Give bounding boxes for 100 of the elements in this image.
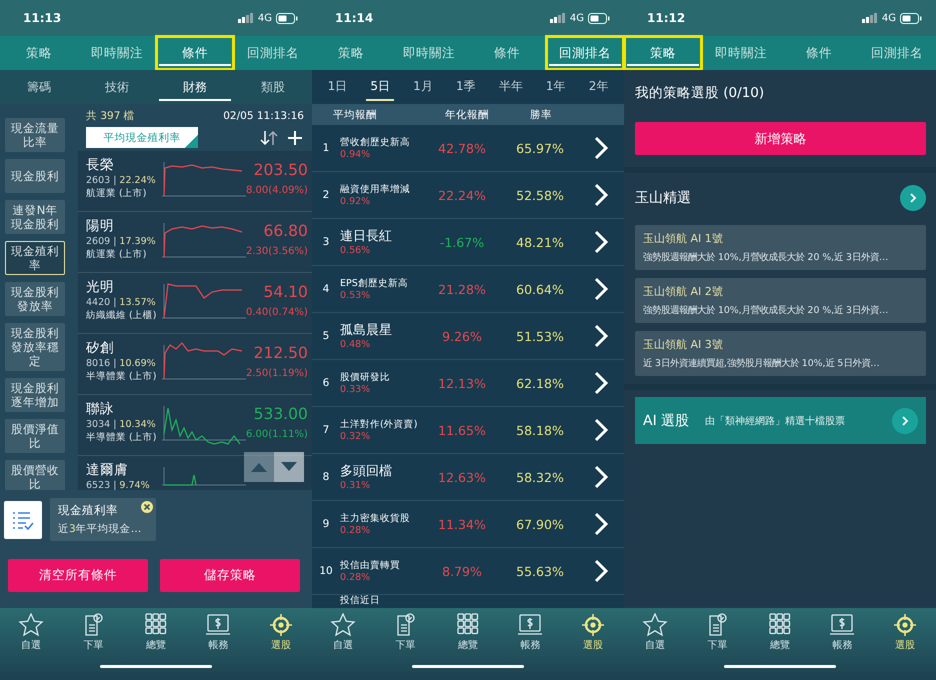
- rank-number: 4: [322, 283, 330, 295]
- chevron-right-icon[interactable]: [594, 277, 608, 301]
- condition-item[interactable]: 股價營收比: [5, 460, 65, 490]
- action-button[interactable]: 儲存策略: [160, 559, 300, 592]
- sub-tab[interactable]: 籌碼: [0, 70, 78, 104]
- nav-item[interactable]: 選股: [268, 613, 294, 652]
- close-icon[interactable]: [141, 501, 153, 513]
- ai-banner[interactable]: AI 選股 由「類神經網路」精選十檔股票: [635, 397, 926, 444]
- network-label: 4G: [258, 12, 272, 24]
- top-tab[interactable]: 回測排名: [234, 36, 312, 70]
- win-rate: 65.97%: [515, 140, 565, 156]
- period-tab[interactable]: 1日: [324, 73, 352, 101]
- win-rate: 51.53%: [515, 328, 565, 344]
- dollar-screen-icon: [205, 613, 232, 637]
- stock-code: 3034 | 10.34%: [86, 419, 157, 430]
- condition-item[interactable]: 現金股利逐年增加: [5, 378, 65, 412]
- condition-item[interactable]: 連發N年現金股利: [5, 200, 65, 234]
- annual-return: 8.79%: [441, 564, 483, 578]
- condition-item[interactable]: 現金股利發放率: [5, 282, 65, 316]
- stock-name: 矽創: [86, 339, 115, 357]
- top-tab[interactable]: 條件: [156, 36, 234, 70]
- nav-item[interactable]: 下單: [392, 613, 419, 652]
- nav-item[interactable]: 自選: [330, 613, 356, 652]
- nav-item[interactable]: 總覽: [766, 613, 793, 652]
- average-return: 0.28%: [340, 572, 372, 582]
- top-tab[interactable]: 條件: [780, 36, 858, 70]
- nav-item[interactable]: 總覽: [454, 613, 481, 652]
- chevron-right-icon[interactable]: [594, 183, 608, 207]
- strategy-card[interactable]: 玉山領航 AI 2號 強勢股週報酬大於 10%,月營收成長大於 20 %,近 3日外資…: [635, 278, 926, 323]
- scroll-up-button[interactable]: [244, 452, 274, 482]
- column-header: 年化報酬: [444, 108, 490, 122]
- grid-icon: [454, 613, 481, 637]
- section-title: 玉山精選: [635, 189, 691, 207]
- status-time: 11:14: [335, 11, 374, 25]
- chevron-right-icon[interactable]: [594, 418, 608, 442]
- chevron-right-icon[interactable]: [594, 136, 608, 160]
- top-tab[interactable]: 條件: [468, 36, 546, 70]
- nav-item[interactable]: 下單: [704, 613, 731, 652]
- condition-item[interactable]: 現金股利: [5, 159, 65, 193]
- period-tab[interactable]: 2年: [584, 73, 612, 101]
- battery-icon: [276, 12, 298, 24]
- nav-item[interactable]: 下單: [80, 613, 107, 652]
- nav-item[interactable]: 自選: [642, 613, 668, 652]
- top-tab[interactable]: 回測排名: [546, 36, 624, 70]
- strategy-name: 投信由賣轉買: [340, 560, 401, 572]
- condition-chip[interactable]: 現金殖利率 近3年平均現金…: [50, 498, 156, 541]
- rank-number: 10: [318, 565, 334, 577]
- top-tab[interactable]: 策略: [624, 36, 702, 70]
- action-button[interactable]: 清空所有條件: [8, 559, 148, 592]
- nav-item[interactable]: 選股: [892, 613, 918, 652]
- strategy-card[interactable]: 玉山領航 AI 3號 近 3日外資連續買超,強勢股月報酬大於 10%,近 5日外資…: [635, 331, 926, 376]
- nav-item[interactable]: 帳務: [205, 613, 232, 652]
- signal-icon: [550, 13, 566, 23]
- nav-item[interactable]: 帳務: [829, 613, 856, 652]
- nav-item[interactable]: 選股: [580, 613, 606, 652]
- card-description: 強勢股週報酬大於 10%,月營收成長大於 20 %,近 3日外資…: [643, 251, 890, 264]
- condition-item[interactable]: 現金殖利率: [5, 241, 65, 275]
- chevron-right-icon[interactable]: [594, 512, 608, 536]
- battery-icon: [588, 12, 610, 24]
- condition-item[interactable]: 股價淨值比: [5, 419, 65, 453]
- card-title: 玉山領航 AI 1號: [643, 231, 724, 246]
- strategy-card[interactable]: 玉山領航 AI 1號 強勢股週報酬大於 10%,月營收成長大於 20 %,近 3日外資…: [635, 225, 926, 270]
- sort-icon[interactable]: [260, 130, 278, 146]
- sort-dropdown[interactable]: 平均現金殖利率: [86, 127, 198, 148]
- period-tab[interactable]: 1季: [452, 73, 480, 101]
- period-tab[interactable]: 半年: [494, 73, 527, 101]
- win-rate: 60.64%: [515, 282, 565, 296]
- stock-price: 66.80: [263, 222, 308, 240]
- chevron-right-icon[interactable]: [900, 185, 926, 211]
- add-strategy-button[interactable]: 新增策略: [635, 122, 926, 155]
- period-tab[interactable]: 1月: [409, 73, 437, 101]
- scroll-down-button[interactable]: [274, 452, 304, 482]
- add-icon[interactable]: [288, 130, 302, 144]
- sub-tab[interactable]: 類股: [234, 70, 312, 104]
- chevron-right-icon[interactable]: [594, 559, 608, 583]
- nav-item[interactable]: 總覽: [142, 613, 169, 652]
- condition-item[interactable]: 現金股利發放率穩定: [5, 323, 65, 371]
- price-change: 2.50(1.19%): [246, 368, 308, 379]
- nav-item[interactable]: 自選: [18, 613, 44, 652]
- top-tab[interactable]: 即時關注: [702, 36, 780, 70]
- nav-item[interactable]: 帳務: [517, 613, 544, 652]
- top-tab[interactable]: 策略: [312, 36, 390, 70]
- chevron-right-icon[interactable]: [594, 230, 608, 254]
- chevron-right-icon[interactable]: [594, 371, 608, 395]
- rank-number: 1: [322, 142, 330, 154]
- price-change: 0.40(0.74%): [246, 307, 308, 318]
- chevron-right-icon[interactable]: [594, 324, 608, 348]
- rank-number: 8: [322, 471, 330, 483]
- condition-item[interactable]: 現金流量比率: [5, 118, 65, 152]
- stock-price: 533.00: [254, 405, 308, 423]
- chevron-right-icon[interactable]: [594, 465, 608, 489]
- annual-return: -1.67%: [438, 234, 486, 250]
- top-tab[interactable]: 即時關注: [390, 36, 468, 70]
- top-tab[interactable]: 即時關注: [78, 36, 156, 70]
- sub-tab[interactable]: 技術: [78, 70, 156, 104]
- top-tab[interactable]: 策略: [0, 36, 78, 70]
- condition-list-button[interactable]: [4, 500, 42, 538]
- top-tab[interactable]: 回測排名: [858, 36, 936, 70]
- period-tab[interactable]: 1年: [542, 73, 570, 101]
- price-change: 2.30(3.56%): [246, 246, 308, 257]
